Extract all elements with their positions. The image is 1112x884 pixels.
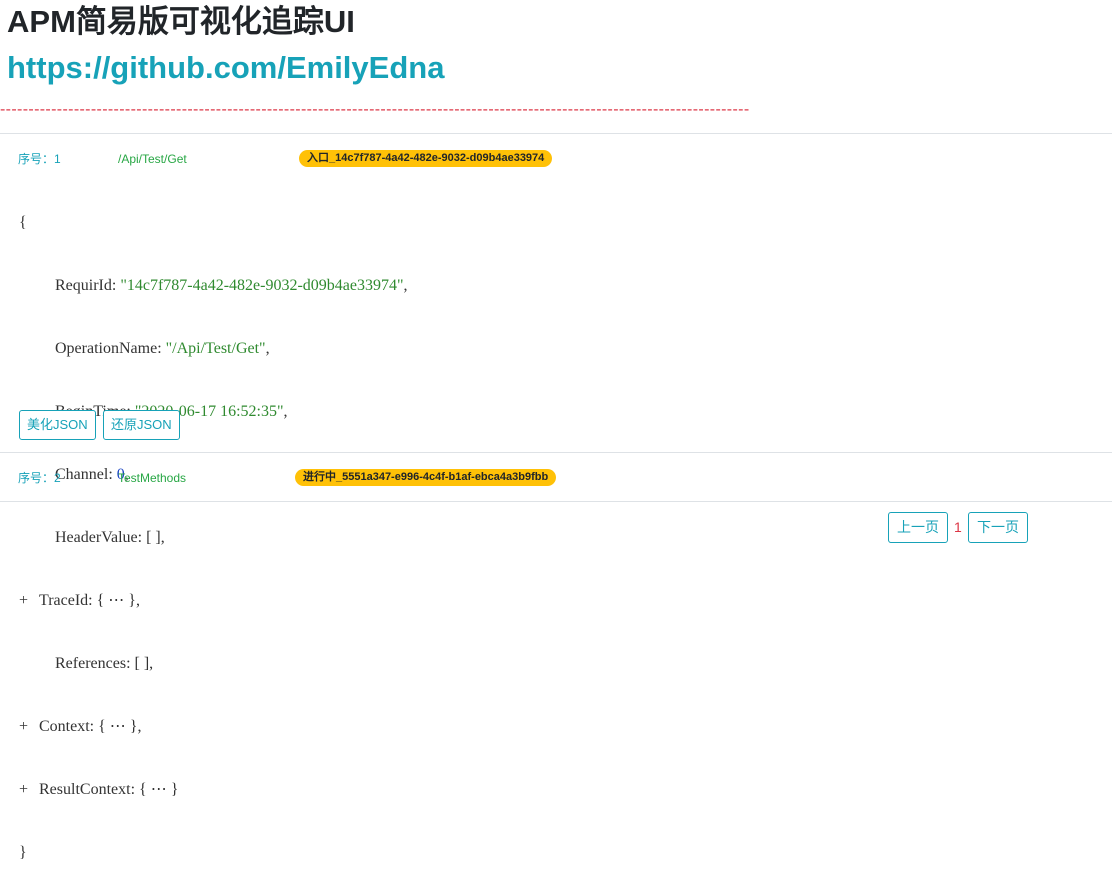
json-key: TraceId xyxy=(39,592,89,609)
next-page-button[interactable]: 下一页 xyxy=(968,512,1028,543)
json-array-value: [ ] xyxy=(146,529,161,546)
row-divider xyxy=(0,452,1112,453)
json-expand-toggle[interactable]: + xyxy=(19,779,39,800)
json-key: Channel xyxy=(55,466,109,483)
json-expand-toggle[interactable]: + xyxy=(19,716,39,737)
beautify-json-button[interactable]: 美化JSON xyxy=(19,410,96,440)
trace-operation-name: TestMethods xyxy=(118,471,187,485)
json-collapsed-object[interactable]: { ⋯ } xyxy=(139,781,178,798)
current-page-number: 1 xyxy=(954,519,962,535)
json-key: HeaderValue xyxy=(55,529,138,546)
page-title: APM简易版可视化追踪UI xyxy=(7,4,355,39)
json-open-brace: { xyxy=(19,214,27,231)
trace-operation-name: /Api/Test/Get xyxy=(118,152,187,166)
trace-seq-label: 序号：2 xyxy=(18,471,61,485)
prev-page-button[interactable]: 上一页 xyxy=(888,512,948,543)
json-array-value: [ ] xyxy=(134,655,150,672)
json-viewer: { RequirId: "14c7f787-4a42-482e-9032-d09… xyxy=(19,214,408,861)
trace-seq-label: 序号：1 xyxy=(18,152,61,166)
row-divider xyxy=(0,133,1112,134)
restore-json-button[interactable]: 还原JSON xyxy=(103,410,180,440)
trace-status-badge[interactable]: 入口_14c7f787-4a42-482e-9032-d09b4ae33974 xyxy=(299,150,553,167)
json-key: References xyxy=(55,655,127,672)
trace-status-badge[interactable]: 进行中_5551a347-e996-4c4f-b1af-ebca4a3b9fbb xyxy=(295,469,557,486)
json-key: Context xyxy=(39,718,90,735)
github-link[interactable]: https://github.com/EmilyEdna xyxy=(7,48,444,88)
json-key: RequirId xyxy=(55,277,112,294)
json-close-brace: } xyxy=(19,844,27,861)
json-collapsed-object[interactable]: { ⋯ } xyxy=(98,718,137,735)
json-string-value: "14c7f787-4a42-482e-9032-d09b4ae33974" xyxy=(120,277,404,294)
json-key: ResultContext xyxy=(39,781,131,798)
json-collapsed-object[interactable]: { ⋯ } xyxy=(97,592,136,609)
row-divider xyxy=(0,501,1112,502)
json-key: OperationName xyxy=(55,340,158,357)
dashed-divider: ----------------------------------------… xyxy=(0,101,750,118)
json-string-value: "/Api/Test/Get" xyxy=(165,340,266,357)
json-expand-toggle[interactable]: + xyxy=(19,590,39,611)
